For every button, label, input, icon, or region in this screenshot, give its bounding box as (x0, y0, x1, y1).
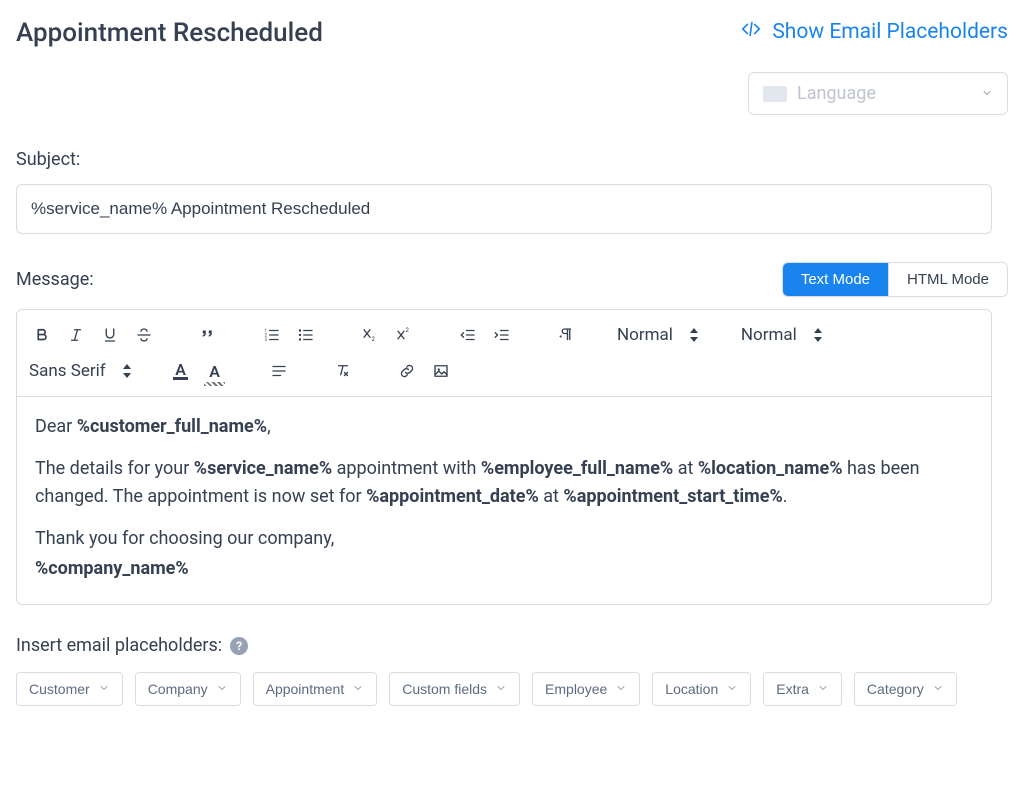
language-placeholder: Language (797, 83, 876, 104)
chevron-down-icon (932, 681, 944, 697)
image-button[interactable] (426, 356, 456, 386)
editor: 123 2 2 Normal (16, 309, 992, 605)
rtl-button[interactable] (551, 320, 581, 350)
message-body[interactable]: Dear %customer_full_name%, The details f… (17, 397, 991, 604)
indent-button[interactable] (487, 320, 517, 350)
svg-text:3: 3 (265, 337, 268, 343)
chevron-down-icon (817, 681, 829, 697)
placeholder-token: %customer_full_name% (77, 416, 267, 437)
chevron-down-icon (216, 681, 228, 697)
text: . (783, 486, 788, 507)
chevron-down-icon (352, 681, 364, 697)
text: , (267, 416, 271, 437)
sort-icon (813, 328, 823, 342)
html-mode-button[interactable]: HTML Mode (888, 263, 1007, 296)
placeholder-category[interactable]: Category (854, 672, 957, 706)
placeholder-location[interactable]: Location (652, 672, 751, 706)
chevron-down-icon (495, 681, 507, 697)
heading-select[interactable]: Normal (737, 325, 827, 345)
placeholder-token: %location_name% (698, 458, 843, 479)
flag-icon (763, 86, 787, 102)
insert-placeholders-label: Insert email placeholders: (16, 635, 222, 656)
text: at (539, 486, 564, 507)
message-label: Message: (16, 269, 94, 290)
placeholder-token: %employee_full_name% (481, 458, 673, 479)
chevron-down-icon (726, 681, 738, 697)
text: Thank you for choosing our company, (35, 528, 334, 549)
text: Dear (35, 416, 77, 437)
blockquote-button[interactable] (193, 320, 223, 350)
ordered-list-button[interactable]: 123 (257, 320, 287, 350)
help-icon[interactable]: ? (230, 637, 248, 655)
chevron-down-icon (981, 84, 993, 103)
chevron-down-icon (615, 681, 627, 697)
font-size-select[interactable]: Normal (613, 325, 703, 345)
placeholder-company[interactable]: Company (135, 672, 241, 706)
code-icon (738, 18, 764, 46)
text: at (673, 458, 698, 479)
placeholder-appointment[interactable]: Appointment (253, 672, 378, 706)
italic-button[interactable] (61, 320, 91, 350)
subject-input[interactable] (16, 184, 992, 234)
svg-text:2: 2 (406, 327, 410, 334)
placeholder-employee[interactable]: Employee (532, 672, 640, 706)
svg-text:2: 2 (372, 336, 376, 343)
underline-button[interactable] (95, 320, 125, 350)
link-button[interactable] (392, 356, 422, 386)
subject-label: Subject: (16, 149, 1008, 170)
placeholder-buttons: Customer Company Appointment Custom fiel… (16, 672, 1008, 706)
placeholder-custom-fields[interactable]: Custom fields (389, 672, 520, 706)
page-title: Appointment Rescheduled (16, 18, 323, 48)
chevron-down-icon (98, 681, 110, 697)
outdent-button[interactable] (453, 320, 483, 350)
language-select[interactable]: Language (748, 72, 1008, 115)
show-placeholders-link[interactable]: Show Email Placeholders (738, 18, 1008, 46)
sort-icon (122, 364, 132, 378)
text-color-button[interactable]: A (166, 356, 196, 386)
font-family-select[interactable]: Sans Serif (25, 361, 136, 381)
text: The details for your (35, 458, 194, 479)
placeholder-token: %appointment_start_time% (563, 486, 782, 507)
clear-format-button[interactable] (328, 356, 358, 386)
superscript-button[interactable]: 2 (389, 320, 419, 350)
align-button[interactable] (264, 356, 294, 386)
strikethrough-button[interactable] (129, 320, 159, 350)
text-mode-button[interactable]: Text Mode (783, 263, 888, 296)
placeholder-token: %appointment_date% (366, 486, 539, 507)
background-color-button[interactable]: A (200, 356, 230, 386)
placeholder-extra[interactable]: Extra (763, 672, 842, 706)
editor-toolbar: 123 2 2 Normal (17, 310, 991, 397)
unordered-list-button[interactable] (291, 320, 321, 350)
bold-button[interactable] (27, 320, 57, 350)
subscript-button[interactable]: 2 (355, 320, 385, 350)
mode-toggle: Text Mode HTML Mode (782, 262, 1008, 297)
text: appointment with (332, 458, 481, 479)
show-placeholders-label: Show Email Placeholders (772, 20, 1008, 44)
placeholder-token: %service_name% (194, 458, 332, 479)
placeholder-customer[interactable]: Customer (16, 672, 123, 706)
sort-icon (689, 328, 699, 342)
placeholder-token: %company_name% (35, 558, 189, 579)
